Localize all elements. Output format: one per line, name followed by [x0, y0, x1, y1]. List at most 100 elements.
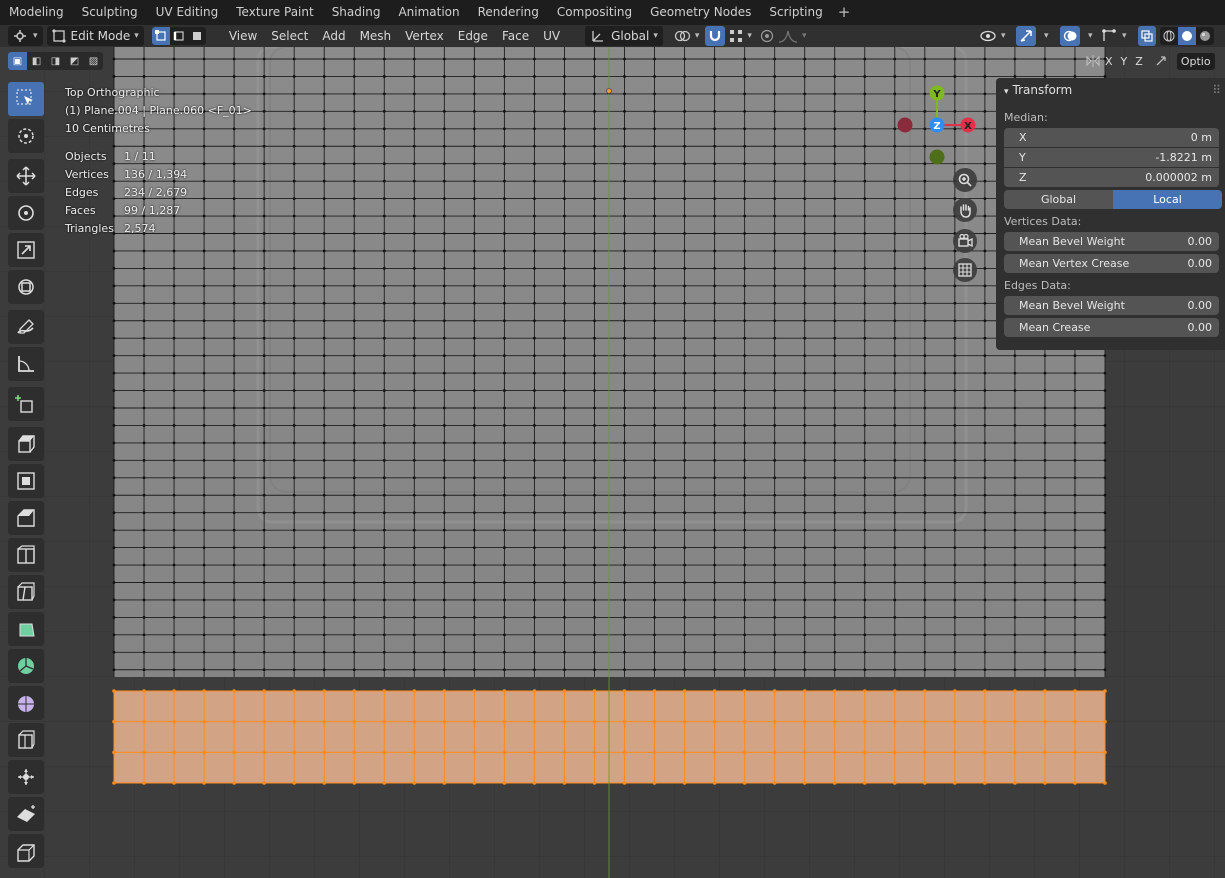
- xray-toggle[interactable]: [1138, 26, 1156, 46]
- solid-shading-button[interactable]: [1178, 27, 1196, 45]
- median-y-field[interactable]: Y -1.8221 m: [1004, 148, 1219, 167]
- mesh-edit-overlays-dropdown[interactable]: ▾: [1102, 26, 1127, 46]
- mesh-vertex: [1103, 689, 1107, 693]
- editor-type-dropdown[interactable]: ▾: [8, 26, 43, 46]
- tab-rendering[interactable]: Rendering: [469, 0, 548, 25]
- options-dropdown[interactable]: Optio: [1176, 52, 1215, 70]
- pivot-point-dropdown[interactable]: ▾: [673, 26, 699, 46]
- tab-compositing[interactable]: Compositing: [548, 0, 641, 25]
- global-button[interactable]: Global: [1004, 190, 1113, 209]
- mesh-vertex: [713, 109, 717, 113]
- tab-uv-editing[interactable]: UV Editing: [147, 0, 228, 25]
- menu-view[interactable]: View: [222, 26, 264, 46]
- wireframe-shading-button[interactable]: [1160, 27, 1178, 45]
- mirror-z-toggle[interactable]: Z: [1131, 55, 1147, 68]
- mean-vertex-crease-field[interactable]: Mean Vertex Crease 0.00: [1004, 254, 1219, 273]
- gizmo-neg-x[interactable]: [897, 117, 913, 133]
- knife-tool[interactable]: [8, 575, 44, 609]
- tab-geometry-nodes[interactable]: Geometry Nodes: [641, 0, 760, 25]
- menu-uv[interactable]: UV: [536, 26, 567, 46]
- auto-merge-icon[interactable]: [1153, 53, 1173, 69]
- spin-tool[interactable]: [8, 649, 44, 683]
- median-x-field[interactable]: X0 m: [1004, 128, 1219, 147]
- mean-bevel-weight-vertex-field[interactable]: Mean Bevel Weight 0.00: [1004, 232, 1219, 251]
- drag-handle-icon[interactable]: ⠿: [1212, 78, 1221, 102]
- orientation-dropdown[interactable]: Global ▾: [585, 26, 663, 46]
- bevel-tool[interactable]: [8, 501, 44, 535]
- visibility-dropdown[interactable]: ▾: [979, 26, 1006, 46]
- cursor-tool[interactable]: [8, 119, 44, 153]
- gizmo-toggle[interactable]: [1016, 26, 1036, 46]
- mirror-y-toggle[interactable]: Y: [1117, 55, 1132, 68]
- select-box-tool[interactable]: [8, 82, 44, 116]
- shear-tool[interactable]: [8, 797, 44, 831]
- mean-crease-field[interactable]: Mean Crease 0.00: [1004, 318, 1219, 337]
- mesh-vertex: [863, 511, 867, 515]
- tab-scripting[interactable]: Scripting: [760, 0, 831, 25]
- mesh-vertex: [713, 563, 717, 567]
- pan-button[interactable]: [953, 198, 977, 222]
- select-new-button[interactable]: ▣: [8, 52, 27, 70]
- menu-add[interactable]: Add: [315, 26, 352, 46]
- snap-toggle[interactable]: [705, 26, 726, 46]
- add-workspace-button[interactable]: +: [832, 0, 857, 25]
- rotate-tool[interactable]: [8, 196, 44, 230]
- menu-select[interactable]: Select: [264, 26, 315, 46]
- gizmo-dropdown-caret[interactable]: ▾: [1044, 31, 1049, 41]
- local-button[interactable]: Local: [1113, 190, 1222, 209]
- mesh-vertex: [262, 689, 266, 693]
- select-invert-button[interactable]: ◩: [65, 52, 84, 70]
- overlays-dropdown-caret[interactable]: ▾: [1088, 31, 1093, 41]
- overlays-toggle[interactable]: [1060, 26, 1080, 46]
- select-intersect-button[interactable]: ▨: [84, 52, 103, 70]
- loop-cut-tool[interactable]: [8, 538, 44, 572]
- mesh-vertex: [382, 92, 386, 96]
- zoom-button[interactable]: [953, 168, 977, 192]
- face-select-button[interactable]: [188, 27, 206, 45]
- tab-texture-paint[interactable]: Texture Paint: [227, 0, 322, 25]
- measure-tool[interactable]: [8, 347, 44, 381]
- shrink-fatten-tool[interactable]: [8, 760, 44, 794]
- select-subtract-button[interactable]: ◨: [46, 52, 65, 70]
- add-cube-tool[interactable]: [8, 387, 44, 421]
- tab-modeling[interactable]: Modeling: [0, 0, 73, 25]
- edge-select-button[interactable]: [170, 27, 188, 45]
- transform-panel-header[interactable]: ▾ Transform ⠿: [996, 78, 1225, 102]
- annotate-tool[interactable]: [8, 310, 44, 344]
- rip-region-tool[interactable]: [8, 834, 44, 868]
- vertex-select-button[interactable]: [151, 27, 170, 45]
- tab-sculpting[interactable]: Sculpting: [73, 0, 147, 25]
- material-shading-button[interactable]: [1196, 27, 1214, 45]
- snap-target-dropdown[interactable]: ▾: [729, 26, 752, 46]
- poly-build-tool[interactable]: [8, 612, 44, 646]
- extrude-region-tool[interactable]: [8, 427, 44, 461]
- tab-animation[interactable]: Animation: [389, 0, 468, 25]
- gizmo-neg-y[interactable]: [929, 149, 945, 165]
- transform-tool[interactable]: [8, 270, 44, 304]
- camera-view-button[interactable]: [953, 229, 977, 253]
- menu-face[interactable]: Face: [495, 26, 536, 46]
- median-z-field[interactable]: Z 0.000002 m: [1004, 168, 1219, 187]
- select-extend-button[interactable]: ◧: [27, 52, 46, 70]
- mesh-vertex: [533, 633, 536, 637]
- menu-vertex[interactable]: Vertex: [398, 26, 451, 46]
- inset-faces-tool[interactable]: [8, 464, 44, 498]
- menu-mesh[interactable]: Mesh: [353, 26, 399, 46]
- edge-slide-tool[interactable]: [8, 723, 44, 757]
- smooth-tool[interactable]: [8, 686, 44, 720]
- mesh-vertex: [412, 458, 416, 462]
- mirror-x-toggle[interactable]: X: [1101, 55, 1117, 68]
- ortho-toggle-button[interactable]: [953, 258, 977, 282]
- mesh-vertex: [683, 668, 686, 672]
- mesh-vertex: [833, 458, 837, 462]
- proportional-edit-toggle[interactable]: [760, 26, 774, 46]
- move-tool[interactable]: [8, 159, 44, 193]
- menu-edge[interactable]: Edge: [451, 26, 495, 46]
- mode-dropdown[interactable]: Edit Mode ▾: [46, 26, 144, 46]
- falloff-dropdown[interactable]: ▾: [778, 26, 806, 46]
- mean-bevel-weight-edge-field[interactable]: Mean Bevel Weight 0.00: [1004, 296, 1219, 315]
- scale-tool[interactable]: [8, 233, 44, 267]
- tab-shading[interactable]: Shading: [323, 0, 390, 25]
- navigation-gizmo[interactable]: X Y Z: [890, 80, 985, 175]
- mesh-vertex: [172, 406, 176, 410]
